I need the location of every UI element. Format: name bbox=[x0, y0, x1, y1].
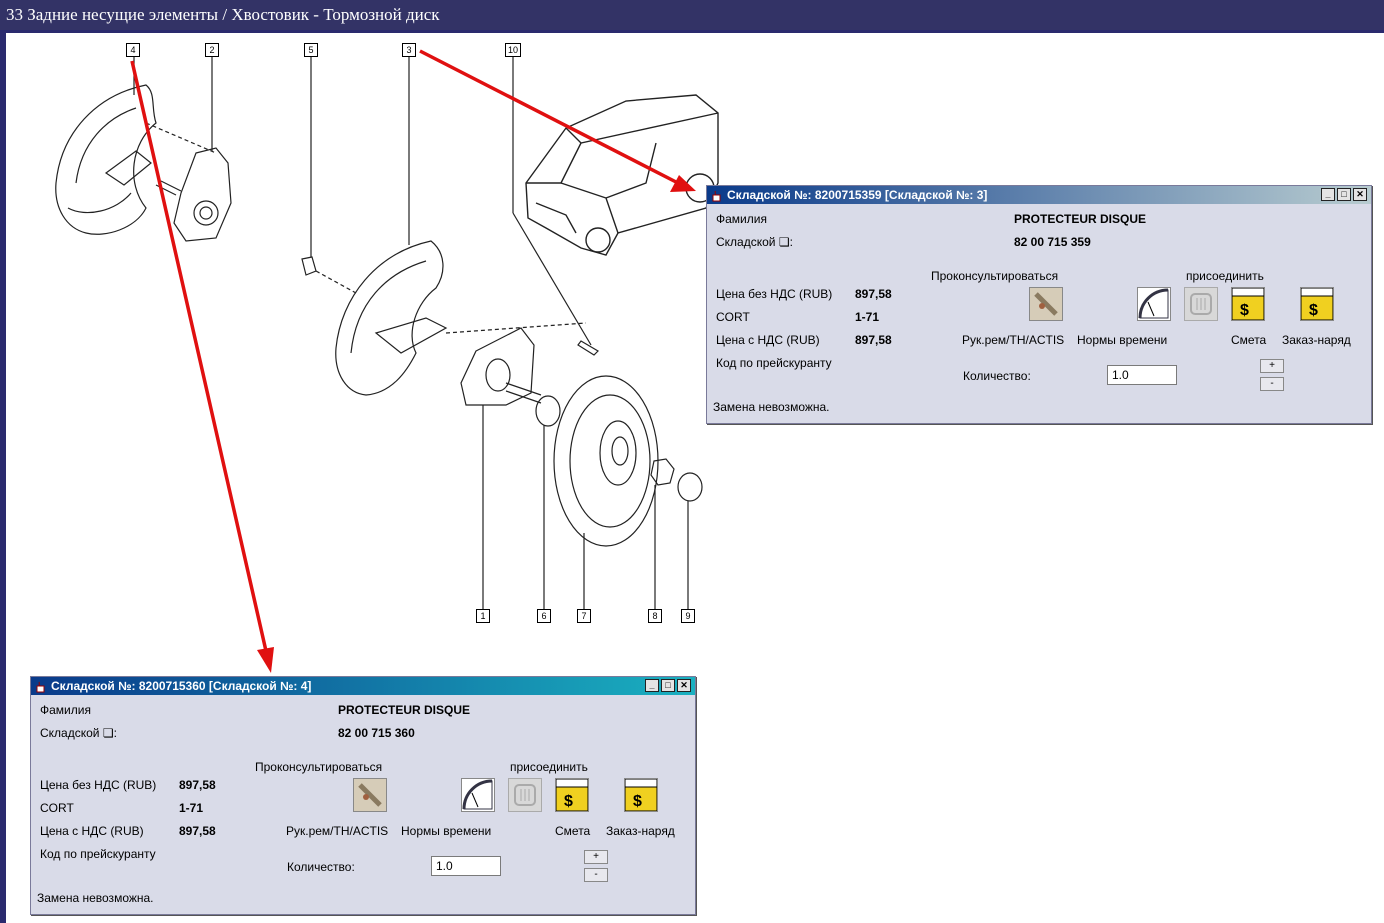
attach-label: присоединить bbox=[510, 760, 588, 774]
manual-button[interactable] bbox=[353, 778, 387, 812]
callout-10[interactable]: 10 bbox=[505, 43, 521, 57]
price-net-value: 897,58 bbox=[179, 778, 216, 792]
qty-label: Количество: bbox=[287, 860, 355, 874]
qty-increase-button[interactable]: + bbox=[584, 850, 608, 864]
norms-time-button[interactable] bbox=[1137, 287, 1171, 321]
svg-text:$: $ bbox=[633, 793, 642, 810]
work-order-icon: $ bbox=[624, 778, 658, 812]
hub-carrier-center bbox=[460, 327, 535, 406]
part-info-window-4[interactable]: Складской №: 8200715360 [Складской №: 4]… bbox=[30, 676, 696, 915]
svg-text:$: $ bbox=[1309, 302, 1318, 319]
estimate-calculator-icon: $ bbox=[1231, 287, 1265, 321]
window-title: Складской №: 8200715359 [Складской №: 3] bbox=[727, 188, 988, 202]
family-label: Фамилия bbox=[716, 212, 767, 226]
consult-label: Проконсультироваться bbox=[931, 269, 1059, 283]
hub-carrier-left bbox=[173, 147, 232, 242]
attach-disabled-icon bbox=[1190, 293, 1212, 315]
callout-1[interactable]: 1 bbox=[476, 609, 490, 623]
norms-label: Нормы времени bbox=[1077, 333, 1168, 347]
stock-value: 82 00 715 360 bbox=[338, 726, 415, 740]
wrench-manual-icon bbox=[1030, 288, 1062, 320]
clock-gauge-icon bbox=[462, 779, 493, 810]
family-value: PROTECTEUR DISQUE bbox=[338, 703, 471, 717]
price-vat-label: Цена с НДС (RUB) bbox=[716, 333, 820, 347]
price-vat-label: Цена с НДС (RUB) bbox=[40, 824, 144, 838]
family-value: PROTECTEUR DISQUE bbox=[1014, 212, 1147, 226]
order-label: Заказ-наряд bbox=[606, 824, 675, 838]
minimize-icon[interactable]: _ bbox=[1321, 188, 1335, 201]
part-info-window-3[interactable]: Складской №: 8200715359 [Складской №: 3]… bbox=[706, 185, 1372, 424]
clock-gauge-icon bbox=[1138, 288, 1169, 319]
cort-label: CORT bbox=[40, 801, 74, 815]
callout-8[interactable]: 8 bbox=[648, 609, 662, 623]
close-icon[interactable]: ✕ bbox=[677, 679, 691, 692]
attach-button-disabled[interactable] bbox=[508, 778, 542, 812]
qty-decrease-button[interactable]: - bbox=[1260, 377, 1284, 391]
callout-6[interactable]: 6 bbox=[537, 609, 551, 623]
estimate-calculator-icon: $ bbox=[555, 778, 589, 812]
status-text: Замена невозможна. bbox=[713, 400, 830, 414]
work-order-icon: $ bbox=[1300, 287, 1334, 321]
price-vat-value: 897,58 bbox=[179, 824, 216, 838]
cort-value: 1-71 bbox=[179, 801, 204, 815]
window-title-bar[interactable]: Складской №: 8200715359 [Складской №: 3]… bbox=[707, 186, 1371, 204]
callout-7[interactable]: 7 bbox=[577, 609, 591, 623]
qty-decrease-button[interactable]: - bbox=[584, 868, 608, 882]
consult-label: Проконсультироваться bbox=[255, 760, 383, 774]
manual-button[interactable] bbox=[1029, 287, 1063, 321]
family-label: Фамилия bbox=[40, 703, 91, 717]
price-code-label: Код по прейскуранту bbox=[716, 356, 832, 370]
estimate-button[interactable]: $ bbox=[555, 778, 589, 812]
callout-5[interactable]: 5 bbox=[304, 43, 318, 57]
order-label: Заказ-наряд bbox=[1282, 333, 1351, 347]
estimate-button[interactable]: $ bbox=[1231, 287, 1265, 321]
svg-text:$: $ bbox=[564, 793, 573, 810]
java-cup-icon bbox=[35, 680, 47, 693]
work-order-button[interactable]: $ bbox=[1300, 287, 1334, 321]
wrench-manual-icon bbox=[354, 779, 386, 811]
manual-label: Рук.рем/TH/ACTIS bbox=[286, 824, 389, 838]
cort-value: 1-71 bbox=[855, 310, 880, 324]
norms-label: Нормы времени bbox=[401, 824, 492, 838]
attach-label: присоединить bbox=[1186, 269, 1264, 283]
svg-text:$: $ bbox=[1240, 302, 1249, 319]
window-title: Складской №: 8200715360 [Складской №: 4] bbox=[51, 679, 312, 693]
minimize-icon[interactable]: _ bbox=[645, 679, 659, 692]
app-title: 33 Задние несущие элементы / Хвостовик -… bbox=[0, 0, 1384, 30]
attach-disabled-icon bbox=[514, 784, 536, 806]
quantity-input[interactable]: 1.0 bbox=[431, 856, 501, 876]
work-order-button[interactable]: $ bbox=[624, 778, 658, 812]
attach-button-disabled[interactable] bbox=[1184, 287, 1218, 321]
price-code-label: Код по прейскуранту bbox=[40, 847, 156, 861]
callout-4[interactable]: 4 bbox=[126, 43, 140, 57]
estimate-label: Смета bbox=[555, 824, 591, 838]
price-net-value: 897,58 bbox=[855, 287, 892, 301]
price-net-label: Цена без НДС (RUB) bbox=[40, 778, 157, 792]
estimate-label: Смета bbox=[1231, 333, 1267, 347]
callout-3[interactable]: 3 bbox=[402, 43, 416, 57]
callout-9[interactable]: 9 bbox=[681, 609, 695, 623]
manual-label: Рук.рем/TH/ACTIS bbox=[962, 333, 1065, 347]
norms-time-button[interactable] bbox=[461, 778, 495, 812]
qty-label: Количество: bbox=[963, 369, 1031, 383]
stock-label: Складской ❏: bbox=[40, 726, 117, 740]
maximize-icon[interactable]: □ bbox=[1337, 188, 1351, 201]
quantity-input[interactable]: 1.0 bbox=[1107, 365, 1177, 385]
price-vat-value: 897,58 bbox=[855, 333, 892, 347]
window-title-bar[interactable]: Складской №: 8200715360 [Складской №: 4]… bbox=[31, 677, 695, 695]
close-icon[interactable]: ✕ bbox=[1353, 188, 1367, 201]
stock-value: 82 00 715 359 bbox=[1014, 235, 1091, 249]
cort-label: CORT bbox=[716, 310, 750, 324]
maximize-icon[interactable]: □ bbox=[661, 679, 675, 692]
status-text: Замена невозможна. bbox=[37, 891, 154, 905]
stock-label: Складской ❏: bbox=[716, 235, 793, 249]
callout-2[interactable]: 2 bbox=[205, 43, 219, 57]
qty-increase-button[interactable]: + bbox=[1260, 359, 1284, 373]
price-net-label: Цена без НДС (RUB) bbox=[716, 287, 833, 301]
java-cup-icon bbox=[711, 189, 723, 202]
